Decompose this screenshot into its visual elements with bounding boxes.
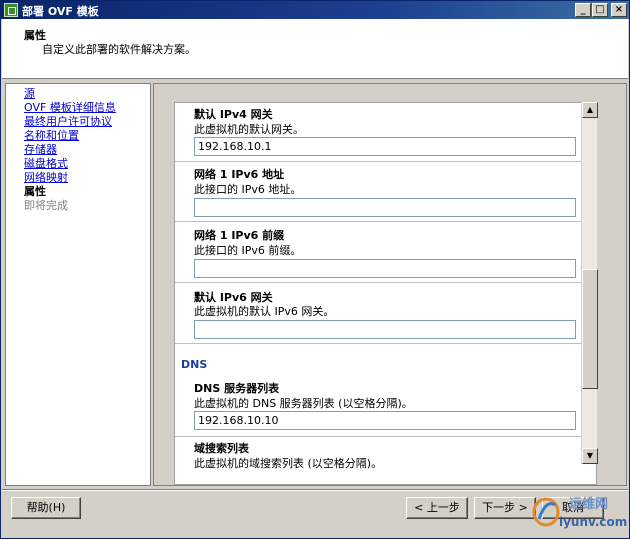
cancel-button[interactable]: 取消 [542, 497, 604, 519]
vertical-scrollbar[interactable]: ▲ ▼ [581, 102, 598, 464]
property-description: 此接口的 IPv6 地址。 [194, 183, 302, 196]
ipv6-gateway-input[interactable] [194, 320, 576, 339]
nav-item-properties: 属性 [24, 185, 46, 198]
property-description: 此虚拟机的 DNS 服务器列表 (以空格分隔)。 [194, 397, 413, 410]
property-search-domains: 域搜索列表 此虚拟机的域搜索列表 (以空格分隔)。 [175, 437, 596, 484]
nav-item-storage[interactable]: 存储器 [24, 143, 57, 156]
property-title: 域搜索列表 [194, 442, 249, 455]
nav-item-ovf-details[interactable]: OVF 模板详细信息 [24, 101, 116, 114]
nav-item-source[interactable]: 源 [24, 87, 35, 100]
footer-divider [2, 489, 628, 491]
page-header: 属性 自定义此部署的软件解决方案。 [2, 19, 628, 79]
page-subtitle: 自定义此部署的软件解决方案。 [42, 43, 196, 56]
properties-scroll-area[interactable]: 默认 IPv4 网关 此虚拟机的默认网关。 网络 1 IPv6 地址 此接口的 … [174, 102, 597, 485]
property-dns-servers: DNS 服务器列表 此虚拟机的 DNS 服务器列表 (以空格分隔)。 [175, 375, 596, 437]
title-bar[interactable]: 部署 OVF 模板 _ □ × [1, 1, 629, 19]
dns-group-title: DNS [181, 358, 208, 371]
wizard-steps-nav: 源 OVF 模板详细信息 最终用户许可协议 名称和位置 存储器 磁盘格式 网络映… [5, 83, 151, 486]
nav-item-disk-format[interactable]: 磁盘格式 [24, 157, 68, 170]
property-ipv6-gateway: 默认 IPv6 网关 此虚拟机的默认 IPv6 网关。 [175, 283, 596, 344]
nav-item-network-mapping[interactable]: 网络映射 [24, 171, 68, 184]
window-title: 部署 OVF 模板 [22, 5, 99, 18]
property-description: 此虚拟机的默认 IPv6 网关。 [194, 305, 335, 318]
property-description: 此接口的 IPv6 前缀。 [194, 244, 302, 257]
property-title: 网络 1 IPv6 前缀 [194, 229, 285, 242]
property-ipv6-prefix: 网络 1 IPv6 前缀 此接口的 IPv6 前缀。 [175, 222, 596, 283]
scroll-thumb[interactable] [582, 269, 598, 389]
nav-item-ready-to-complete: 即将完成 [24, 199, 68, 212]
ipv6-prefix-input[interactable] [194, 259, 576, 278]
property-title: 默认 IPv4 网关 [194, 108, 273, 121]
properties-panel: 默认 IPv4 网关 此虚拟机的默认网关。 网络 1 IPv6 地址 此接口的 … [153, 83, 627, 486]
property-ipv4-gateway: 默认 IPv4 网关 此虚拟机的默认网关。 [175, 103, 596, 162]
help-button[interactable]: 帮助(H) [11, 497, 81, 519]
scroll-up-arrow-icon[interactable]: ▲ [582, 102, 598, 118]
nav-item-name-location[interactable]: 名称和位置 [24, 129, 79, 142]
property-description: 此虚拟机的默认网关。 [194, 123, 304, 136]
nav-item-eula[interactable]: 最终用户许可协议 [24, 115, 112, 128]
scroll-down-arrow-icon[interactable]: ▼ [582, 448, 598, 464]
property-description: 此虚拟机的域搜索列表 (以空格分隔)。 [194, 457, 383, 470]
property-title: 网络 1 IPv6 地址 [194, 168, 285, 181]
back-button[interactable]: < 上一步 [406, 497, 468, 519]
dns-servers-input[interactable] [194, 411, 576, 430]
ipv4-gateway-input[interactable] [194, 137, 576, 156]
close-button[interactable]: × [611, 3, 627, 17]
property-title: DNS 服务器列表 [194, 382, 280, 395]
app-icon [4, 3, 18, 17]
property-ipv6-address: 网络 1 IPv6 地址 此接口的 IPv6 地址。 [175, 162, 596, 222]
minimize-button[interactable]: _ [575, 3, 591, 17]
next-button[interactable]: 下一步 > [474, 497, 536, 519]
ipv6-address-input[interactable] [194, 198, 576, 217]
deploy-ovf-window: 部署 OVF 模板 _ □ × 属性 自定义此部署的软件解决方案。 源 OVF … [0, 0, 630, 539]
maximize-button[interactable]: □ [592, 3, 608, 17]
